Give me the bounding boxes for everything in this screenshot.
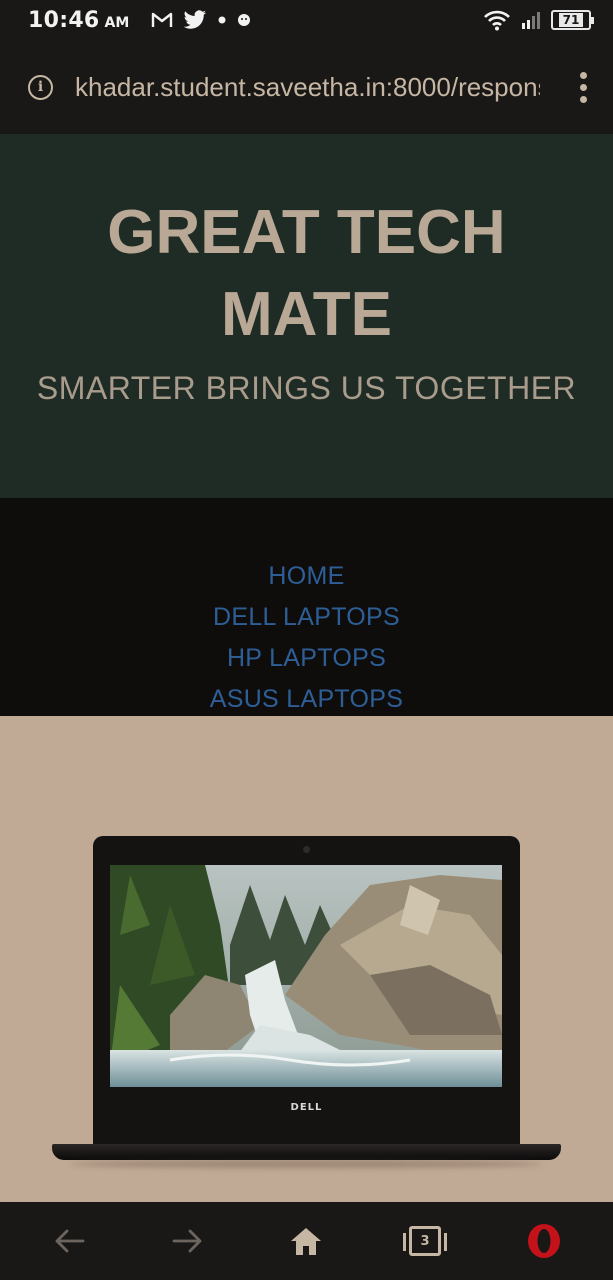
- nav-asus-laptops-link[interactable]: ASUS LAPTOPS: [0, 679, 613, 720]
- status-ampm: AM: [104, 15, 130, 31]
- nav-home-link[interactable]: HOME: [0, 556, 613, 597]
- back-arrow-icon: [55, 1229, 85, 1253]
- chat-bubble-icon: [238, 14, 251, 26]
- back-button[interactable]: [39, 1211, 99, 1271]
- home-icon: [291, 1228, 322, 1255]
- laptop-screen-wallpaper: [110, 865, 502, 1087]
- site-title-line2: MATE: [220, 280, 393, 349]
- wifi-icon: [484, 10, 510, 31]
- chat-icon: [218, 16, 226, 24]
- nav-hp-laptops-link[interactable]: HP LAPTOPS: [0, 638, 613, 679]
- site-header: GREAT TECH MATE SMARTER BRINGS US TOGETH…: [0, 134, 613, 498]
- laptop-base: [52, 1144, 561, 1160]
- browser-menu-icon[interactable]: [580, 71, 587, 103]
- site-title: GREAT TECH MATE: [0, 192, 613, 356]
- laptop-brand-logo: DELL: [290, 1102, 323, 1113]
- laptop-image: DELL: [93, 836, 520, 1148]
- status-time: 10:46: [28, 7, 100, 33]
- forward-arrow-icon: [172, 1229, 202, 1253]
- tab-count: 3: [420, 1233, 430, 1249]
- status-bar: 10:46 AM 71: [0, 0, 613, 40]
- notification-icons: [151, 10, 251, 30]
- product-banner: DELL: [0, 716, 613, 1202]
- url-text[interactable]: khadar.student.saveetha.in:8000/responsi…: [75, 72, 540, 103]
- webcam: [303, 846, 310, 853]
- nav-list: HOME DELL LAPTOPS HP LAPTOPS ASUS LAPTOP…: [0, 556, 613, 720]
- battery-icon: 71: [551, 10, 594, 30]
- main-nav: HOME DELL LAPTOPS HP LAPTOPS ASUS LAPTOP…: [0, 498, 613, 716]
- forward-button[interactable]: [158, 1211, 218, 1271]
- nav-dell-laptops-link[interactable]: DELL LAPTOPS: [0, 597, 613, 638]
- twitter-icon: [183, 10, 207, 29]
- site-tagline: SMARTER BRINGS US TOGETHER: [36, 370, 577, 406]
- battery-level: 71: [558, 13, 584, 27]
- info-icon[interactable]: i: [28, 74, 53, 100]
- address-bar[interactable]: i khadar.student.saveetha.in:8000/respon…: [0, 40, 613, 134]
- browser-bottom-bar: 3: [0, 1202, 613, 1280]
- site-title-line1: GREAT TECH: [107, 198, 506, 267]
- gmail-icon: [152, 12, 173, 27]
- status-right: 71: [483, 9, 594, 31]
- signal-icon: [522, 12, 540, 29]
- laptop-shadow: [70, 1160, 543, 1168]
- home-button[interactable]: [276, 1211, 336, 1271]
- opera-menu-button[interactable]: [514, 1211, 574, 1271]
- opera-logo-icon: [527, 1224, 560, 1258]
- tabs-button[interactable]: 3: [395, 1211, 455, 1271]
- tabs-icon: 3: [403, 1226, 448, 1256]
